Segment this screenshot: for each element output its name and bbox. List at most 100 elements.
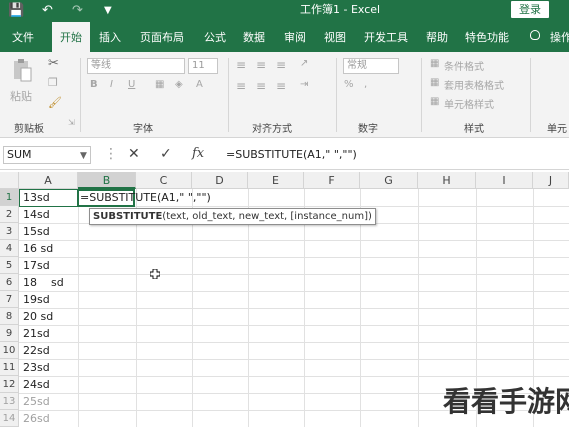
cell-a4[interactable]: 16 sd: [23, 240, 53, 257]
table-format-icon: ▦: [430, 77, 440, 88]
formula-bar-options-icon[interactable]: ⋮: [104, 144, 118, 164]
column-header[interactable]: H: [418, 172, 476, 189]
fill-color-icon[interactable]: ◈: [175, 79, 183, 90]
italic-icon[interactable]: I: [110, 79, 113, 90]
paste-label[interactable]: 粘贴: [10, 88, 32, 104]
column-header[interactable]: C: [136, 172, 192, 189]
cell-a5[interactable]: 17sd: [23, 257, 50, 274]
row-header[interactable]: 5: [0, 257, 19, 274]
tab-help[interactable]: 帮助: [426, 22, 448, 52]
name-box[interactable]: SUM: [3, 146, 91, 164]
format-as-table-button[interactable]: 套用表格格式: [444, 77, 504, 92]
tab-insert[interactable]: 插入: [99, 22, 121, 52]
number-format-box[interactable]: 常规: [343, 58, 399, 74]
cell-a14[interactable]: 26sd: [23, 410, 50, 427]
select-all-corner[interactable]: [0, 172, 19, 189]
row-header[interactable]: 11: [0, 359, 19, 376]
column-header[interactable]: A: [19, 172, 78, 189]
row-header[interactable]: 13: [0, 393, 19, 410]
cell-a1[interactable]: 13sd: [23, 189, 50, 206]
tab-formulas[interactable]: 公式: [204, 22, 226, 52]
column-header[interactable]: B: [78, 172, 136, 189]
cell-a2[interactable]: 14sd: [23, 206, 50, 223]
cell-a13[interactable]: 25sd: [23, 393, 50, 410]
border-icon[interactable]: ▦: [155, 79, 164, 90]
cell-styles-button[interactable]: 单元格样式: [444, 96, 494, 111]
save-icon[interactable]: 💾: [8, 2, 24, 20]
tab-tell-me[interactable]: 操作: [550, 22, 569, 52]
cell-a9[interactable]: 21sd: [23, 325, 50, 342]
column-header[interactable]: E: [248, 172, 304, 189]
insert-function-icon[interactable]: fx: [192, 144, 204, 164]
tab-special-features[interactable]: 特色功能: [465, 22, 509, 52]
redo-icon[interactable]: ↷: [72, 2, 83, 20]
undo-icon[interactable]: ↶: [42, 2, 53, 20]
tooltip-arguments: (text, old_text, new_text, [instance_num…: [162, 211, 372, 222]
align-left-icon[interactable]: ≡: [236, 79, 246, 93]
cell-a10[interactable]: 22sd: [23, 342, 50, 359]
row-header[interactable]: 8: [0, 308, 19, 325]
align-middle-icon[interactable]: ≡: [256, 58, 266, 72]
font-color-icon[interactable]: A: [196, 79, 203, 90]
tab-developer[interactable]: 开发工具: [364, 22, 408, 52]
customize-quick-access-icon[interactable]: ▼: [104, 2, 112, 20]
tab-file[interactable]: 文件: [12, 22, 34, 52]
cell-a7[interactable]: 19sd: [23, 291, 50, 308]
conditional-format-button[interactable]: 条件格式: [444, 58, 484, 73]
cancel-icon[interactable]: ✕: [128, 144, 140, 164]
cell-b1-formula[interactable]: =SUBSTITUTE(A1," ",""): [80, 189, 211, 207]
column-header[interactable]: I: [476, 172, 533, 189]
cell-a6[interactable]: 18 sd: [23, 274, 64, 291]
tab-home[interactable]: 开始: [52, 22, 90, 52]
tooltip-function-name[interactable]: SUBSTITUTE: [93, 211, 162, 222]
column-header[interactable]: D: [192, 172, 248, 189]
gridline: [19, 240, 569, 241]
align-bottom-icon[interactable]: ≡: [276, 58, 286, 72]
row-header[interactable]: 9: [0, 325, 19, 342]
cell-a3[interactable]: 15sd: [23, 223, 50, 240]
align-top-icon[interactable]: ≡: [236, 58, 246, 72]
copy-icon[interactable]: ❐: [48, 76, 58, 89]
tab-page-layout[interactable]: 页面布局: [140, 22, 184, 52]
row-header[interactable]: 4: [0, 240, 19, 257]
percent-icon[interactable]: %: [344, 79, 354, 90]
paste-icon[interactable]: [12, 58, 32, 82]
clipboard-launcher-icon[interactable]: ⇲: [68, 118, 75, 127]
cell-a12[interactable]: 24sd: [23, 376, 50, 393]
row-header[interactable]: 1: [0, 189, 19, 206]
enter-check-icon[interactable]: ✓: [160, 144, 172, 164]
format-painter-icon[interactable]: 🖌: [48, 96, 62, 109]
column-header[interactable]: G: [360, 172, 418, 189]
bold-icon[interactable]: B: [90, 79, 98, 90]
cut-icon[interactable]: ✂: [48, 56, 59, 71]
row-header[interactable]: 10: [0, 342, 19, 359]
column-header[interactable]: F: [304, 172, 360, 189]
cell-style-icon: ▦: [430, 96, 440, 107]
name-box-dropdown-icon[interactable]: ▼: [80, 146, 87, 166]
row-header[interactable]: 6: [0, 274, 19, 291]
tab-view[interactable]: 视图: [324, 22, 346, 52]
row-header[interactable]: 7: [0, 291, 19, 308]
indent-icon[interactable]: ⇥: [300, 79, 308, 90]
login-button[interactable]: 登录: [511, 1, 549, 18]
tab-data[interactable]: 数据: [243, 22, 265, 52]
font-size-box[interactable]: 11: [188, 58, 218, 74]
cell-a11[interactable]: 23sd: [23, 359, 50, 376]
column-header[interactable]: J: [533, 172, 569, 189]
row-header[interactable]: 14: [0, 410, 19, 427]
cell-a8[interactable]: 20 sd: [23, 308, 53, 325]
orientation-icon[interactable]: ↗: [300, 58, 308, 69]
row-header[interactable]: 3: [0, 223, 19, 240]
comma-icon[interactable]: ,: [364, 79, 367, 90]
tab-review[interactable]: 审阅: [284, 22, 306, 52]
lightbulb-icon[interactable]: [530, 30, 540, 40]
align-center-icon[interactable]: ≡: [256, 79, 266, 93]
underline-icon[interactable]: U: [128, 79, 135, 90]
formula-input[interactable]: =SUBSTITUTE(A1," ",""): [226, 147, 357, 163]
ribbon-tabs: 文件 开始 插入 页面布局 公式 数据 审阅 视图 开发工具 帮助 特色功能 操…: [0, 22, 569, 52]
row-header[interactable]: 12: [0, 376, 19, 393]
align-right-icon[interactable]: ≡: [276, 79, 286, 93]
formula-bar: SUM ▼ ⋮ ✕ ✓ fx =SUBSTITUTE(A1," ",""): [0, 140, 569, 170]
row-header[interactable]: 2: [0, 206, 19, 223]
font-name-box[interactable]: 等线: [87, 58, 185, 74]
